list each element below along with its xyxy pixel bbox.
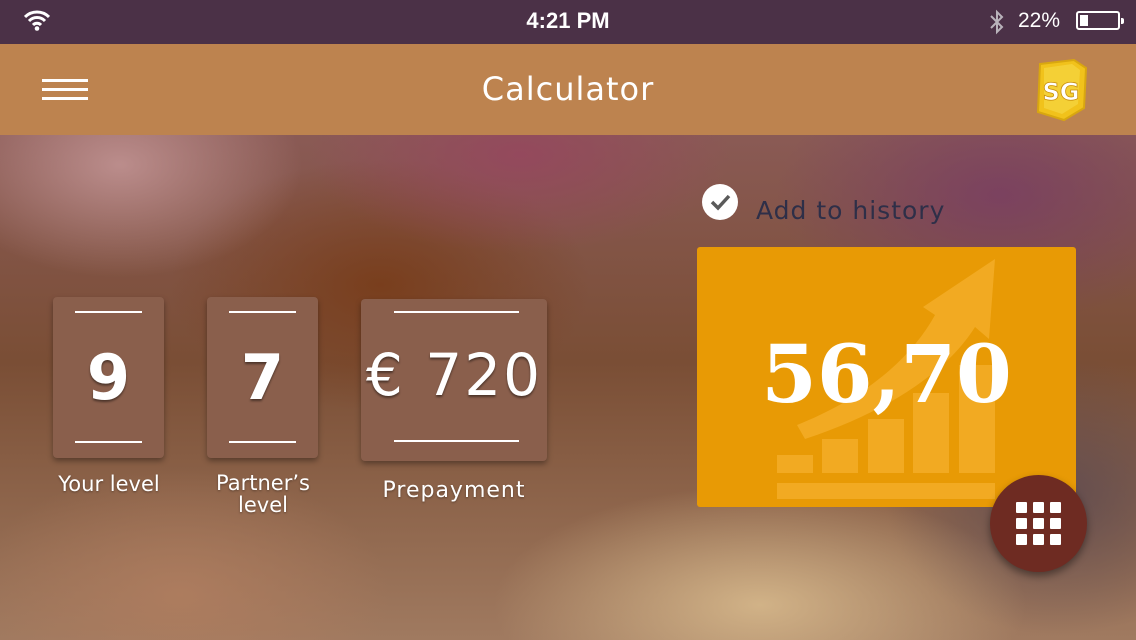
- status-time: 4:21 PM: [526, 8, 610, 33]
- status-bar: 4:21 PM 22%: [0, 0, 1136, 44]
- partners-level-label-line-2: level: [238, 493, 288, 517]
- add-to-history-checkbox[interactable]: [702, 184, 738, 220]
- result-value: 56,70: [761, 327, 1012, 421]
- page-title: Calculator: [481, 70, 655, 108]
- battery-percent: 22%: [1018, 9, 1061, 32]
- your-level-card[interactable]: 9: [53, 297, 164, 458]
- prepayment-value: € 720: [365, 341, 543, 409]
- battery-icon: [1076, 11, 1124, 30]
- partners-level-label: Partner’s level: [190, 472, 336, 516]
- your-level-label: Your level: [58, 472, 160, 496]
- bluetooth-icon: [990, 9, 1004, 35]
- result-panel: 56,70: [697, 247, 1076, 507]
- battery-fill: [1080, 15, 1088, 26]
- your-level-value: 9: [86, 341, 131, 414]
- checkmark-icon: [710, 194, 731, 211]
- logo-text: SG: [1043, 78, 1080, 106]
- add-to-history-label: Add to history: [756, 196, 946, 225]
- partners-level-label-line-1: Partner’s: [216, 471, 310, 495]
- prepayment-card[interactable]: € 720: [361, 299, 547, 461]
- partners-level-value: 7: [240, 341, 285, 414]
- partners-level-card[interactable]: 7: [207, 297, 318, 458]
- prepayment-label: Prepayment: [382, 478, 526, 503]
- sg-logo: SG: [1036, 58, 1088, 122]
- keypad-button[interactable]: [990, 475, 1087, 572]
- app-bar: Calculator SG: [0, 44, 1136, 135]
